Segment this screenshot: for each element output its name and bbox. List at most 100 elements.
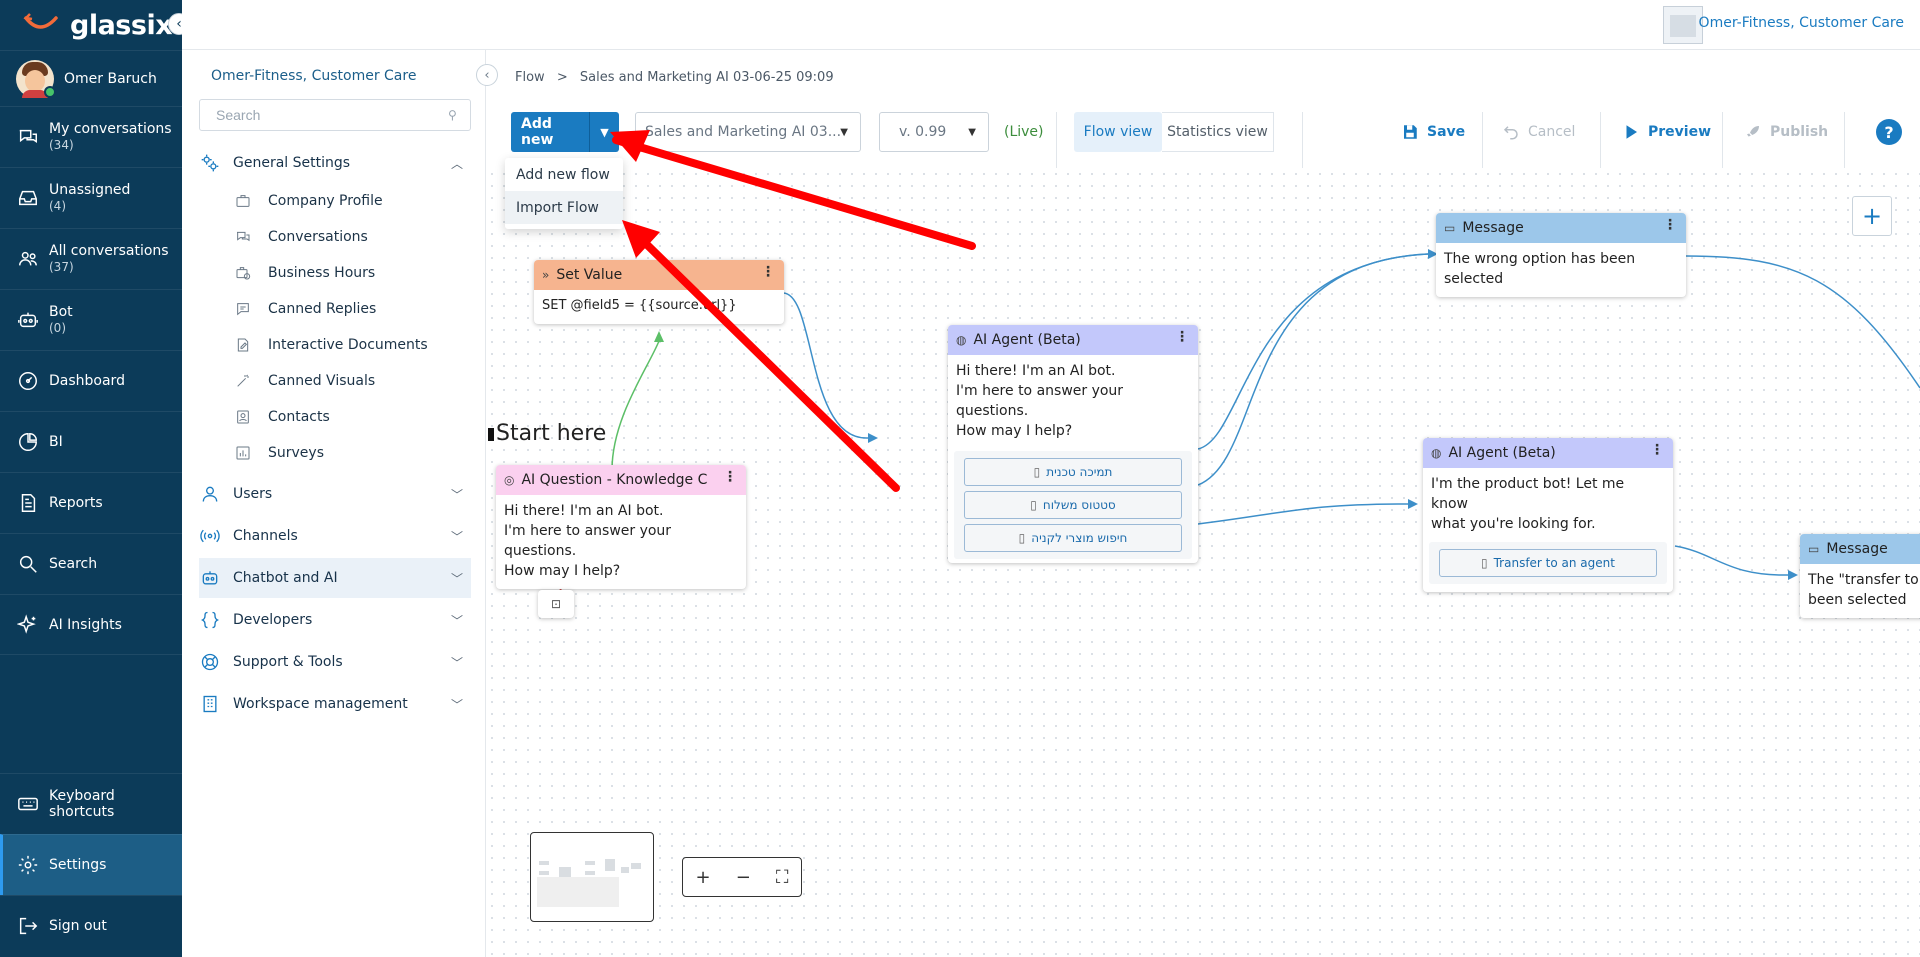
flow-select-value: Sales and Marketing AI 03... <box>645 124 842 140</box>
settings-item-surveys[interactable]: Surveys <box>234 435 324 471</box>
node-header: ▭ Message <box>1800 534 1920 564</box>
nav-label: Unassigned <box>49 182 131 198</box>
keyboard-icon <box>16 792 40 816</box>
settings-item-business-hours[interactable]: Business Hours <box>234 255 375 291</box>
kebab-menu-icon[interactable]: ⋮ <box>1175 329 1189 345</box>
flow-canvas[interactable]: + » Set Value ⋮ SET @field5 = {{source.u… <box>486 168 1920 957</box>
section-general-settings[interactable]: General Settings ︿ <box>199 143 471 183</box>
statistics-view-tab[interactable]: Statistics view <box>1162 112 1274 152</box>
add-node-plus-button[interactable]: + <box>1852 196 1892 236</box>
menu-item-import-flow[interactable]: Import Flow <box>505 191 623 224</box>
fit-screen-icon[interactable]: ⛶ <box>776 867 789 888</box>
nav-search[interactable]: Search <box>0 533 182 594</box>
add-new-button[interactable]: Add new ▼ <box>511 112 619 152</box>
node-button-group: ▯ תמיכה טכנית ▯ סטטוס משלוח ▯ חיפוש מוצרי ל… <box>954 451 1192 559</box>
section-workspace-management[interactable]: Workspace management ﹀ <box>199 684 471 724</box>
lifebuoy-icon <box>199 652 221 672</box>
settings-panel-title: Omer-Fitness, Customer Care <box>211 68 417 84</box>
transfer-to-agent-button[interactable]: ▯ Transfer to an agent <box>1439 549 1657 577</box>
workspace-name[interactable]: Omer-Fitness, Customer Care <box>1699 15 1904 31</box>
kebab-menu-icon[interactable]: ⋮ <box>1663 217 1677 233</box>
nav-sign-out[interactable]: Sign out <box>0 895 182 956</box>
settings-item-canned-visuals[interactable]: Canned Visuals <box>234 363 375 399</box>
help-button[interactable]: ? <box>1876 119 1902 145</box>
flow-view-tab[interactable]: Flow view <box>1074 112 1162 152</box>
briefcase-icon <box>234 193 252 209</box>
breadcrumb-root[interactable]: Flow <box>515 70 545 85</box>
pie-icon <box>16 430 40 454</box>
settings-item-company-profile[interactable]: Company Profile <box>234 183 383 219</box>
node-header: ◎ AI Question - Knowledge C ⋮ <box>496 465 746 495</box>
node-message[interactable]: ▭ Message ⋮ The wrong option has been se… <box>1436 213 1686 297</box>
node-ai-question[interactable]: ◎ AI Question - Knowledge C ⋮ Hi there! … <box>496 465 746 589</box>
caret-down-icon[interactable]: ▼ <box>589 112 619 152</box>
section-chatbot-and-ai[interactable]: Chatbot and AI ﹀ <box>199 558 471 598</box>
kebab-menu-icon[interactable]: ⋮ <box>761 264 775 280</box>
flow-minimap[interactable] <box>530 832 654 922</box>
workspace-logo-icon[interactable] <box>1663 6 1703 44</box>
section-channels[interactable]: Channels ﹀ <box>199 516 471 556</box>
collapse-settings-button[interactable]: ‹ <box>476 64 498 86</box>
settings-item-label: Canned Visuals <box>268 373 376 389</box>
cancel-button[interactable]: Cancel <box>1502 112 1575 152</box>
node-option-button[interactable]: ▯ סטטוס משלוח <box>964 491 1182 519</box>
save-button[interactable]: Save <box>1401 112 1465 152</box>
node-title: Message <box>1826 541 1888 557</box>
nav-dashboard[interactable]: Dashboard <box>0 350 182 411</box>
node-option-button[interactable]: ▯ חיפוש מוצרי לקניה <box>964 524 1182 552</box>
node-set-value[interactable]: » Set Value ⋮ SET @field5 = {{source.url… <box>534 260 784 324</box>
settings-item-conversations[interactable]: Conversations <box>234 219 368 255</box>
node-message-transfer[interactable]: ▭ Message The "transfer to a been select… <box>1800 534 1920 618</box>
node-body: Hi there! I'm an AI bot. I'm here to ans… <box>948 355 1198 443</box>
node-text-line: The "transfer to a <box>1808 572 1920 588</box>
node-button-group: ▯ Transfer to an agent <box>1429 542 1667 584</box>
node-ai-agent[interactable]: ◍ AI Agent (Beta) ⋮ Hi there! I'm an AI … <box>948 325 1198 563</box>
nav-my-conversations[interactable]: My conversations (34) <box>0 106 182 167</box>
section-users[interactable]: Users ﹀ <box>199 474 471 514</box>
zoom-in-icon[interactable]: + <box>696 867 711 888</box>
nav-label: Reports <box>49 495 103 511</box>
rocket-icon <box>1744 123 1762 141</box>
node-ai-agent-product[interactable]: ◍ AI Agent (Beta) ⋮ I'm the product bot!… <box>1423 438 1673 592</box>
node-option-button[interactable]: ▯ תמיכה טכנית <box>964 458 1182 486</box>
flow-select[interactable]: Sales and Marketing AI 03... ▼ <box>635 112 861 152</box>
version-select[interactable]: v. 0.99 ▼ <box>879 112 989 152</box>
settings-item-interactive-documents[interactable]: Interactive Documents <box>234 327 428 363</box>
settings-search-input[interactable] <box>199 99 471 131</box>
message-icon: ▭ <box>1808 542 1820 556</box>
settings-item-canned-replies[interactable]: Canned Replies <box>234 291 376 327</box>
nav-bi[interactable]: BI <box>0 411 182 472</box>
nav-label: All conversations <box>49 243 169 259</box>
nav-count: (37) <box>49 260 74 274</box>
nav-keyboard-shortcuts[interactable]: Keyboard shortcuts <box>0 773 182 834</box>
nav-bot[interactable]: Bot (0) <box>0 289 182 350</box>
section-support-tools[interactable]: Support & Tools ﹀ <box>199 642 471 682</box>
node-text-line: I'm here to answer your questions. <box>504 523 672 559</box>
kebab-menu-icon[interactable]: ⋮ <box>1650 442 1664 458</box>
preview-button[interactable]: Preview <box>1622 112 1711 152</box>
nav-all-conversations[interactable]: All conversations (37) <box>0 228 182 289</box>
menu-item-add-new-flow[interactable]: Add new flow <box>505 158 623 191</box>
sparkle-icon <box>16 613 40 637</box>
node-text-line: Hi there! I'm an AI bot. <box>504 503 664 519</box>
breadcrumb-separator: > <box>556 70 568 85</box>
nav-unassigned[interactable]: Unassigned (4) <box>0 167 182 228</box>
people-icon <box>16 247 40 271</box>
broadcast-icon <box>199 526 221 546</box>
live-status: (Live) <box>1004 124 1044 140</box>
user-profile[interactable]: Omer Baruch <box>0 50 182 106</box>
section-developers[interactable]: Developers ﹀ <box>199 600 471 640</box>
kebab-menu-icon[interactable]: ⋮ <box>723 469 737 485</box>
nav-ai-insights[interactable]: AI Insights <box>0 594 182 655</box>
node-text-line: Hi there! I'm an AI bot. <box>956 363 1116 379</box>
settings-item-label: Business Hours <box>268 265 376 281</box>
nav-settings[interactable]: Settings <box>0 834 182 895</box>
zoom-out-icon[interactable]: − <box>736 867 751 888</box>
section-label: Support & Tools <box>233 654 343 670</box>
building-icon <box>199 694 221 714</box>
add-step-icon[interactable]: ⊡ <box>538 590 574 618</box>
node-body: The "transfer to a been selected <box>1800 564 1920 618</box>
publish-button[interactable]: Publish <box>1744 112 1828 152</box>
settings-item-contacts[interactable]: Contacts <box>234 399 330 435</box>
nav-reports[interactable]: Reports <box>0 472 182 533</box>
